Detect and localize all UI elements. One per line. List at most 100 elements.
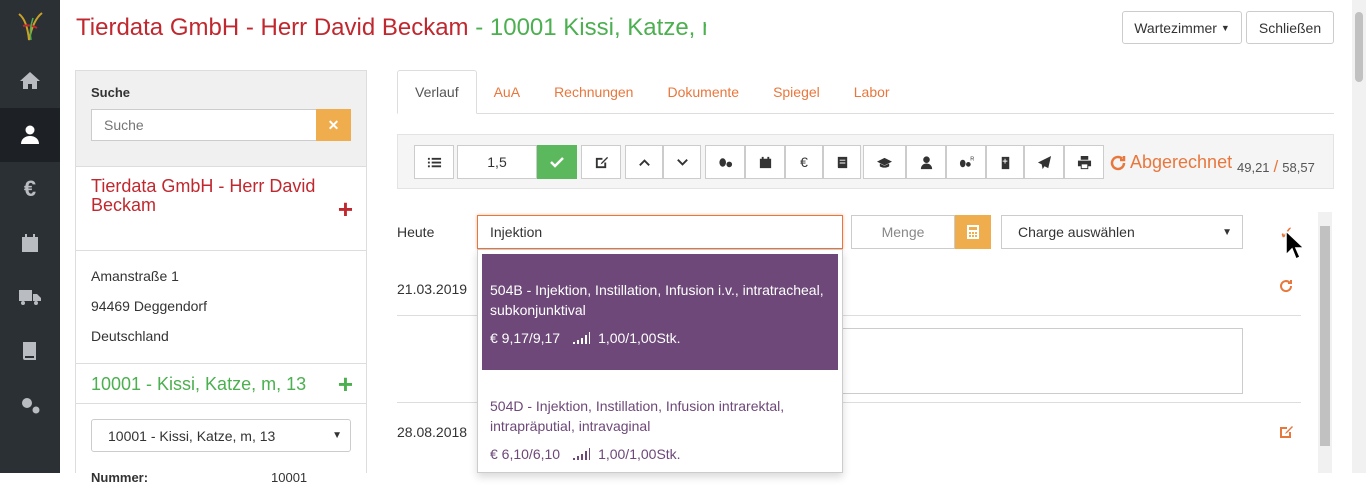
tab-dokumente[interactable]: Dokumente xyxy=(650,70,756,114)
edit-button[interactable] xyxy=(581,145,621,179)
caret-down-icon: ▼ xyxy=(332,430,342,441)
history-scrollbar[interactable] xyxy=(1318,212,1332,473)
education-button[interactable] xyxy=(863,145,906,179)
svg-text:R: R xyxy=(970,156,974,162)
number-value: 10001 xyxy=(271,470,308,485)
tab-verlauf[interactable]: Verlauf xyxy=(397,70,477,114)
search-input[interactable] xyxy=(91,109,316,141)
home-icon xyxy=(20,72,40,89)
factor-input[interactable]: 1,5 xyxy=(457,145,537,179)
history-date: 28.08.2018 xyxy=(397,424,468,440)
paper-plane-icon xyxy=(1037,155,1051,169)
sidebar-item-book[interactable] xyxy=(0,324,60,378)
sidebar-item-delivery[interactable] xyxy=(0,270,60,324)
billed-value: 49,21 xyxy=(1237,160,1270,175)
person-button[interactable] xyxy=(906,145,946,179)
user-icon xyxy=(920,155,932,169)
charge-select-value: Charge auswählen xyxy=(1018,224,1135,240)
address-street: Amanstraße 1 xyxy=(91,268,179,284)
confirm-factor-button[interactable] xyxy=(537,145,577,179)
calendar-button[interactable] xyxy=(745,145,785,179)
signal-bars-icon xyxy=(573,332,591,344)
hospital-icon xyxy=(1001,156,1009,169)
item-title: 504B - Injektion, Instillation, Infusion… xyxy=(490,282,824,318)
book-button[interactable] xyxy=(823,145,861,179)
signal-bars-icon xyxy=(573,448,591,460)
amount-input[interactable]: Menge xyxy=(851,215,955,249)
euro-button[interactable]: € xyxy=(785,145,823,179)
refresh-icon[interactable] xyxy=(1278,278,1294,297)
item-price: € 9,17/9,17 xyxy=(490,330,561,346)
pet-select[interactable]: 10001 - Kissi, Katze, m, 13 ▼ xyxy=(91,419,351,452)
print-button[interactable] xyxy=(1064,145,1104,179)
clear-search-button[interactable]: ✕ xyxy=(316,109,351,141)
tab-rechnungen[interactable]: Rechnungen xyxy=(537,70,650,114)
send-button[interactable] xyxy=(1024,145,1064,179)
list-button[interactable] xyxy=(414,145,454,179)
autocomplete-item[interactable]: 504D - Injektion, Instillation, Infusion… xyxy=(478,370,842,464)
owner-section: Tierdata GmbH - Herr David Beckam + xyxy=(76,167,366,251)
owner-name: Tierdata GmbH - Herr David Beckam xyxy=(91,176,316,215)
total-value: 58,57 xyxy=(1282,160,1315,175)
service-search-input[interactable]: Injektion xyxy=(477,215,843,249)
item-quantity: 1,00/1,00Stk. xyxy=(598,446,681,462)
header: Tierdata GmbH - Herr David Beckam - 1000… xyxy=(60,0,1366,55)
title-separator: - xyxy=(468,14,490,41)
value-separator: / xyxy=(1273,157,1279,176)
page-scrollbar[interactable] xyxy=(1352,0,1366,473)
page-scrollbar-thumb[interactable] xyxy=(1355,12,1363,82)
charge-select[interactable]: Charge auswählen ▼ xyxy=(1001,215,1243,249)
billed-status[interactable]: Abgerechnet xyxy=(1108,152,1232,173)
sidebar-item-home[interactable] xyxy=(0,54,60,108)
history-notes-textarea[interactable] xyxy=(840,328,1243,394)
book-icon xyxy=(23,342,36,360)
sidebar: € xyxy=(0,0,60,473)
today-label: Heute xyxy=(397,224,435,240)
close-button[interactable]: Schließen xyxy=(1246,11,1334,44)
item-quantity: 1,00/1,00Stk. xyxy=(598,330,681,346)
address-country: Deutschland xyxy=(91,328,169,344)
truck-icon xyxy=(19,290,41,305)
caret-down-icon: ▼ xyxy=(1222,226,1232,238)
edit-icon[interactable] xyxy=(1278,424,1294,443)
tab-spiegel[interactable]: Spiegel xyxy=(756,70,837,114)
page-title: Tierdata GmbH - Herr David Beckam - 1000… xyxy=(76,14,706,42)
print-icon xyxy=(1077,155,1091,169)
pet-section: 10001 - Kissi, Katze, m, 13 + xyxy=(76,364,366,404)
app-logo[interactable] xyxy=(0,0,60,54)
history-date: 21.03.2019 xyxy=(397,281,468,297)
move-down-button[interactable] xyxy=(663,145,701,179)
move-up-button[interactable] xyxy=(625,145,663,179)
item-title: 504D - Injektion, Instillation, Infusion… xyxy=(490,398,785,434)
tab-labor[interactable]: Labor xyxy=(837,70,907,114)
calendar-icon xyxy=(759,156,771,168)
autocomplete-item[interactable]: 504B - Injektion, Instillation, Infusion… xyxy=(482,254,838,370)
pet-select-value: 10001 - Kissi, Katze, m, 13 xyxy=(108,427,276,444)
refresh-icon xyxy=(1110,155,1126,170)
number-label: Nummer: xyxy=(91,470,149,485)
billed-values: 49,21/58,57 xyxy=(1237,157,1315,177)
waiting-room-button[interactable]: Wartezimmer ▼ xyxy=(1122,11,1242,44)
sidebar-item-calendar[interactable] xyxy=(0,216,60,270)
tab-aua[interactable]: AuA xyxy=(477,70,537,114)
add-owner-plus-icon[interactable]: + xyxy=(338,196,353,222)
settings-icon xyxy=(22,398,40,414)
autocomplete-dropdown: 504B - Injektion, Instillation, Infusion… xyxy=(477,249,843,473)
check-icon xyxy=(550,157,564,168)
sidebar-item-settings[interactable] xyxy=(0,378,60,432)
waiting-room-label: Wartezimmer xyxy=(1134,19,1217,36)
chevron-down-icon xyxy=(676,158,688,166)
owner-title: Tierdata GmbH - Herr David Beckam xyxy=(76,14,469,41)
sidebar-item-billing[interactable]: € xyxy=(0,162,60,216)
search-label: Suche xyxy=(91,85,131,100)
sidebar-item-patients[interactable] xyxy=(0,108,60,162)
address-city: 94469 Deggendorf xyxy=(91,298,207,314)
hospital-button[interactable] xyxy=(986,145,1024,179)
history-scrollbar-thumb[interactable] xyxy=(1320,226,1330,446)
prescription-button[interactable]: R xyxy=(946,145,986,179)
calculator-button[interactable] xyxy=(955,215,991,249)
toolbar: 1,5 € R Abgerechnet 49,21/58,57 xyxy=(397,134,1334,189)
graduation-cap-icon xyxy=(877,157,892,168)
add-pet-plus-icon[interactable]: + xyxy=(338,371,353,397)
medication-button[interactable] xyxy=(705,145,745,179)
